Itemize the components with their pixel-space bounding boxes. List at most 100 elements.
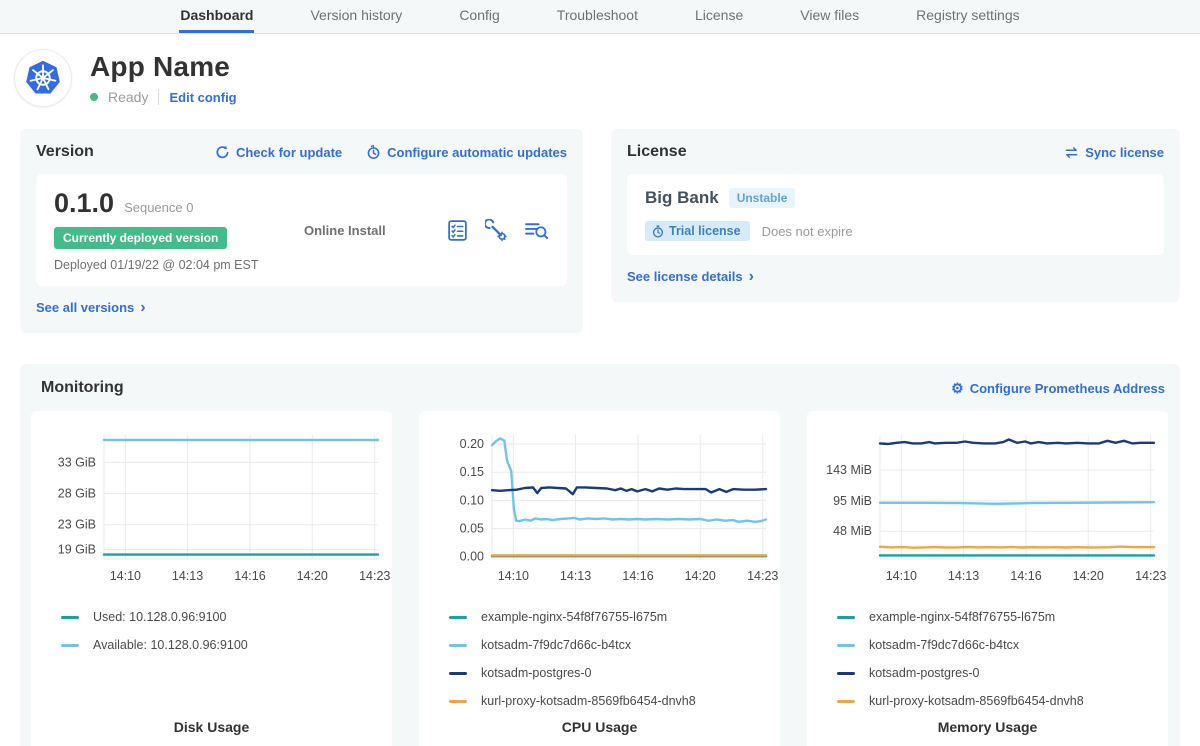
tab-dashboard[interactable]: Dashboard <box>179 0 254 33</box>
chart-title: Memory Usage <box>807 719 1168 735</box>
memory-usage-card: 143 MiB95 MiB48 MiB14:1014:1314:1614:201… <box>807 411 1168 746</box>
legend-label: kurl-proxy-kotsadm-8569fb6454-dnvh8 <box>869 694 1084 708</box>
status-text: Ready <box>108 89 148 105</box>
svg-text:14:10: 14:10 <box>497 569 528 583</box>
gear-icon: ⚙ <box>951 381 964 395</box>
legend-swatch <box>837 672 855 675</box>
deployed-badge: Currently deployed version <box>54 227 227 249</box>
tab-view-files[interactable]: View files <box>799 0 860 33</box>
tab-version-history[interactable]: Version history <box>309 0 403 33</box>
expiry-text: Does not expire <box>762 224 853 239</box>
legend-swatch <box>449 672 467 675</box>
legend-item: example-nginx-54f8f76755-l675m <box>449 603 780 631</box>
legend-label: kotsadm-postgres-0 <box>481 666 591 680</box>
app-header: App Name Ready Edit config <box>0 34 1200 107</box>
license-card: License Sync license Big Bank Unstable <box>611 129 1180 302</box>
svg-text:143 MiB: 143 MiB <box>826 463 872 477</box>
disk-usage-card: 33 GiB28 GiB23 GiB19 GiB14:1014:1314:161… <box>31 411 392 746</box>
install-type-label: Online Install <box>304 223 446 238</box>
schedule-clock-icon <box>366 145 381 160</box>
config-wrench-icon[interactable] <box>485 219 508 242</box>
edit-config-link[interactable]: Edit config <box>169 90 236 105</box>
svg-text:19 GiB: 19 GiB <box>57 543 95 557</box>
legend-swatch <box>449 644 467 647</box>
sync-license-button[interactable]: Sync license <box>1064 145 1164 160</box>
legend-item: example-nginx-54f8f76755-l675m <box>837 603 1168 631</box>
legend-swatch <box>837 644 855 647</box>
refresh-icon <box>215 145 230 160</box>
customer-name: Big Bank <box>645 188 719 208</box>
svg-text:0.05: 0.05 <box>459 522 483 536</box>
legend-label: example-nginx-54f8f76755-l675m <box>481 610 667 624</box>
version-card: Version Check for update Configure au <box>20 129 583 333</box>
legend-swatch <box>837 616 855 619</box>
see-all-versions-link[interactable]: See all versions › <box>36 300 146 316</box>
disk-usage-chart: 33 GiB28 GiB23 GiB19 GiB14:1014:1314:161… <box>34 423 390 591</box>
svg-text:33 GiB: 33 GiB <box>57 455 95 469</box>
svg-text:14:23: 14:23 <box>747 569 778 583</box>
svg-text:23 GiB: 23 GiB <box>57 518 95 532</box>
legend-swatch <box>449 616 467 619</box>
legend-label: kurl-proxy-kotsadm-8569fb6454-dnvh8 <box>481 694 696 708</box>
legend-item: kurl-proxy-kotsadm-8569fb6454-dnvh8 <box>449 687 780 715</box>
svg-text:95 MiB: 95 MiB <box>833 494 872 508</box>
tab-license[interactable]: License <box>694 0 744 33</box>
configure-prometheus-link[interactable]: ⚙ Configure Prometheus Address <box>951 381 1165 396</box>
legend-item: Used: 10.128.0.96:9100 <box>61 603 392 631</box>
legend-item: kurl-proxy-kotsadm-8569fb6454-dnvh8 <box>837 687 1168 715</box>
svg-text:14:20: 14:20 <box>296 569 327 583</box>
cpu-usage-chart: 0.200.150.100.050.0014:1014:1314:1614:20… <box>422 423 778 591</box>
svg-text:14:16: 14:16 <box>234 569 265 583</box>
sequence-label: Sequence 0 <box>124 200 193 215</box>
tab-troubleshoot[interactable]: Troubleshoot <box>556 0 639 33</box>
configure-automatic-updates-button[interactable]: Configure automatic updates <box>366 145 567 160</box>
deployed-timestamp: Deployed 01/19/22 @ 02:04 pm EST <box>54 258 304 272</box>
svg-text:14:13: 14:13 <box>559 569 590 583</box>
see-license-details-link[interactable]: See license details › <box>627 269 754 285</box>
top-nav: Dashboard Version history Config Trouble… <box>0 0 1200 34</box>
divider <box>158 89 159 105</box>
svg-text:28 GiB: 28 GiB <box>57 487 95 501</box>
cards-row: Version Check for update Configure au <box>20 129 1180 333</box>
legend-swatch <box>449 700 467 703</box>
legend-label: kotsadm-7f9dc7d66c-b4tcx <box>481 638 631 652</box>
channel-badge: Unstable <box>729 188 796 208</box>
sync-arrows-icon <box>1064 146 1079 159</box>
legend-label: Available: 10.128.0.96:9100 <box>93 638 248 652</box>
svg-text:0.15: 0.15 <box>459 465 483 479</box>
preflight-checklist-icon[interactable] <box>446 219 469 242</box>
chart-title: Disk Usage <box>31 719 392 735</box>
svg-text:14:13: 14:13 <box>171 569 202 583</box>
current-version-panel: 0.1.0 Sequence 0 Currently deployed vers… <box>36 174 567 286</box>
status-dot <box>90 93 98 101</box>
stopwatch-icon <box>652 225 664 238</box>
legend-label: example-nginx-54f8f76755-l675m <box>869 610 1055 624</box>
license-card-title: License <box>627 143 687 161</box>
memory-usage-legend: example-nginx-54f8f76755-l675m kotsadm-7f… <box>807 603 1168 715</box>
legend-item: kotsadm-postgres-0 <box>837 659 1168 687</box>
svg-text:14:16: 14:16 <box>1010 569 1041 583</box>
legend-swatch <box>61 644 79 647</box>
view-logs-icon[interactable] <box>524 219 549 242</box>
tab-config[interactable]: Config <box>458 0 500 33</box>
license-panel: Big Bank Unstable Trial license Does not… <box>627 174 1164 255</box>
legend-label: Used: 10.128.0.96:9100 <box>93 610 226 624</box>
version-card-title: Version <box>36 143 94 161</box>
monitoring-section: Monitoring ⚙ Configure Prometheus Addres… <box>20 364 1180 746</box>
legend-label: kotsadm-postgres-0 <box>869 666 979 680</box>
svg-text:14:20: 14:20 <box>1072 569 1103 583</box>
legend-item: kotsadm-postgres-0 <box>449 659 780 687</box>
svg-text:0.00: 0.00 <box>459 550 483 564</box>
legend-label: kotsadm-7f9dc7d66c-b4tcx <box>869 638 1019 652</box>
legend-swatch <box>61 616 79 619</box>
svg-text:48 MiB: 48 MiB <box>833 524 872 538</box>
legend-item: kotsadm-7f9dc7d66c-b4tcx <box>449 631 780 659</box>
svg-text:0.20: 0.20 <box>459 437 483 451</box>
check-for-update-button[interactable]: Check for update <box>215 145 342 160</box>
chevron-right-icon: › <box>140 300 145 316</box>
svg-text:14:23: 14:23 <box>1135 569 1166 583</box>
legend-swatch <box>837 700 855 703</box>
page-title: App Name <box>90 51 237 83</box>
tab-registry-settings[interactable]: Registry settings <box>915 0 1020 33</box>
legend-item: Available: 10.128.0.96:9100 <box>61 631 392 659</box>
